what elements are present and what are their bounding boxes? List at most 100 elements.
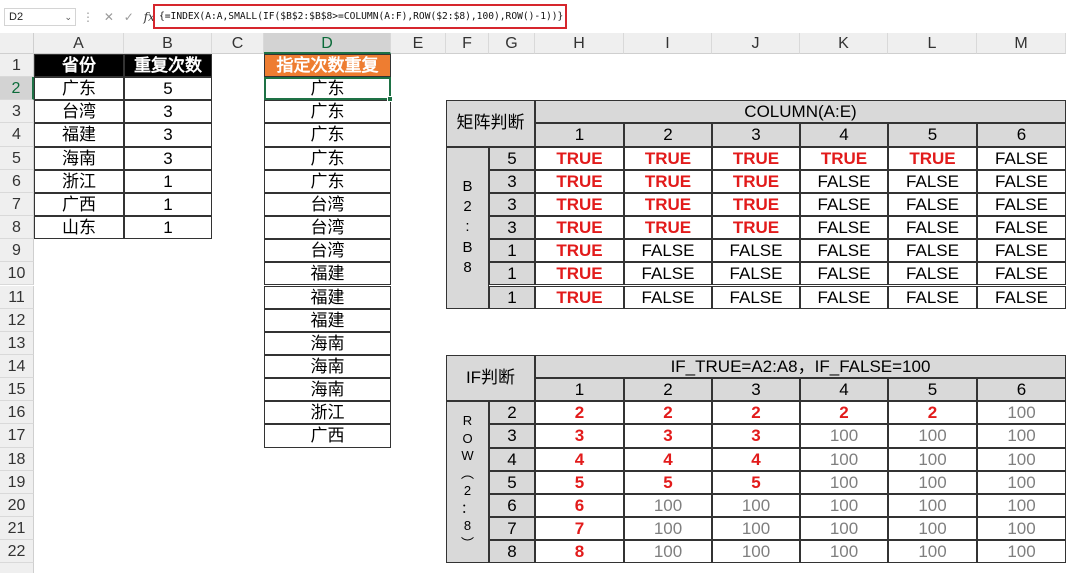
row-header-5[interactable]: 5	[0, 146, 34, 170]
name-box[interactable]: D2 ⌄	[4, 8, 76, 26]
matrix_table-col-number: 1	[535, 123, 624, 147]
row-header-18[interactable]: 18	[0, 447, 34, 471]
row-header-9[interactable]: 9	[0, 239, 34, 263]
source-header-0: 省份	[34, 54, 124, 78]
if_table-col-number: 6	[977, 378, 1066, 402]
chevron-down-icon[interactable]: ⌄	[64, 9, 72, 25]
if_table-cell: 3	[535, 424, 624, 448]
row-header-4[interactable]: 4	[0, 123, 34, 147]
matrix_table-row-value: 3	[489, 192, 535, 217]
column-header-e[interactable]: E	[391, 33, 446, 54]
row-header-14[interactable]: 14	[0, 354, 34, 379]
matrix_table-cell: FALSE	[800, 169, 888, 193]
select-all-corner[interactable]	[0, 33, 34, 54]
column-header-i[interactable]: I	[624, 33, 712, 54]
row-header-2[interactable]: 2	[0, 77, 34, 101]
if_table-cell: 100	[888, 447, 977, 471]
column-header-m[interactable]: M	[977, 33, 1066, 54]
province-cell: 山东	[34, 216, 124, 240]
province-cell: 浙江	[34, 169, 124, 193]
row-header-10[interactable]: 10	[0, 262, 34, 286]
column-header-l[interactable]: L	[888, 33, 977, 54]
row-header-20[interactable]: 20	[0, 493, 34, 517]
matrix_table-side-char: B	[462, 238, 473, 256]
column-header-h[interactable]: H	[535, 33, 624, 54]
column-header-c[interactable]: C	[212, 33, 264, 54]
enter-icon[interactable]: ✓	[124, 8, 134, 26]
cancel-icon[interactable]: ✕	[104, 8, 114, 26]
if_table-row-value: 3	[489, 424, 535, 448]
column-header-g[interactable]: G	[489, 33, 535, 54]
if_table-row-value: 4	[489, 447, 535, 471]
row-header-17[interactable]: 17	[0, 424, 34, 448]
column-header-j[interactable]: J	[712, 33, 800, 54]
province-cell: 台湾	[34, 100, 124, 124]
column-header-d[interactable]: D	[264, 33, 391, 54]
row-header-8[interactable]: 8	[0, 216, 34, 240]
row-header-19[interactable]: 19	[0, 470, 34, 494]
formula-input[interactable]: {=INDEX(A:A,SMALL(IF($B$2:$B$8>=COLUMN(A…	[153, 4, 567, 29]
row-header-15[interactable]: 15	[0, 378, 34, 402]
if_table-cell: 100	[624, 493, 712, 517]
matrix_table-row-value: 3	[489, 169, 535, 193]
row-header-6[interactable]: 6	[0, 169, 34, 193]
if_table-side-char: O	[462, 430, 473, 446]
if_table-cell: 100	[800, 517, 888, 541]
if_table-cell: 100	[888, 493, 977, 517]
row-header-11[interactable]: 11	[0, 285, 34, 309]
matrix_table-cell: TRUE	[624, 146, 712, 170]
matrix_table-cell: FALSE	[888, 192, 977, 217]
if_table-col-number: 2	[624, 378, 712, 402]
row-header-12[interactable]: 12	[0, 308, 34, 332]
result-cell: 福建	[264, 285, 391, 309]
if_table-cell: 100	[888, 424, 977, 448]
matrix_table-cell: FALSE	[888, 262, 977, 286]
if_table-row-value: 7	[489, 517, 535, 541]
matrix_table-cell: TRUE	[624, 216, 712, 240]
column-header-k[interactable]: K	[800, 33, 888, 54]
column-header-b[interactable]: B	[124, 33, 212, 54]
if_table-cell: 100	[977, 424, 1066, 448]
if_table-cell: 4	[535, 447, 624, 471]
count-cell: 3	[124, 123, 212, 147]
row-header-1[interactable]: 1	[0, 54, 34, 78]
count-cell: 1	[124, 192, 212, 217]
row-header-21[interactable]: 21	[0, 517, 34, 541]
matrix_table-col-number: 6	[977, 123, 1066, 147]
matrix_table-cell: FALSE	[800, 262, 888, 286]
matrix_table-cell: TRUE	[712, 146, 800, 170]
row-header-16[interactable]: 16	[0, 401, 34, 425]
if_table-side-char: ︶	[460, 535, 474, 551]
more-options-icon[interactable]: ⋮	[82, 8, 94, 26]
row-header-13[interactable]: 13	[0, 331, 34, 355]
selected-cell-d2[interactable]: 广东	[264, 77, 391, 101]
row-header-22[interactable]: 22	[0, 540, 34, 564]
matrix_table-col-number: 4	[800, 123, 888, 147]
row-header-7[interactable]: 7	[0, 192, 34, 217]
province-cell: 海南	[34, 146, 124, 170]
matrix_table-col-number: 3	[712, 123, 800, 147]
matrix_table-cell: FALSE	[800, 239, 888, 263]
matrix_table-cell: FALSE	[624, 285, 712, 309]
if_table-side-char: ︵	[460, 465, 474, 481]
result-cell: 广东	[264, 123, 391, 147]
if_table-row-value: 6	[489, 493, 535, 517]
if_table-row-value: 5	[489, 470, 535, 494]
fill-handle[interactable]	[387, 96, 393, 103]
column-header-f[interactable]: F	[446, 33, 489, 54]
matrix_table-cell: FALSE	[977, 239, 1066, 263]
if_table-cell: 100	[888, 540, 977, 564]
if_table-cell: 100	[977, 447, 1066, 471]
if_table-cell: 2	[800, 401, 888, 425]
count-cell: 5	[124, 77, 212, 101]
if_table-row-value: 2	[489, 401, 535, 425]
if_table-cell: 100	[712, 540, 800, 564]
matrix_table-cell: TRUE	[535, 192, 624, 217]
row-header-3[interactable]: 3	[0, 100, 34, 124]
if_table-col-number: 1	[535, 378, 624, 402]
matrix_table-cell: TRUE	[535, 216, 624, 240]
column-header-a[interactable]: A	[34, 33, 124, 54]
result-cell: 福建	[264, 262, 391, 286]
if_table-side-char: 2	[463, 483, 472, 499]
if_table-cell: 100	[624, 517, 712, 541]
